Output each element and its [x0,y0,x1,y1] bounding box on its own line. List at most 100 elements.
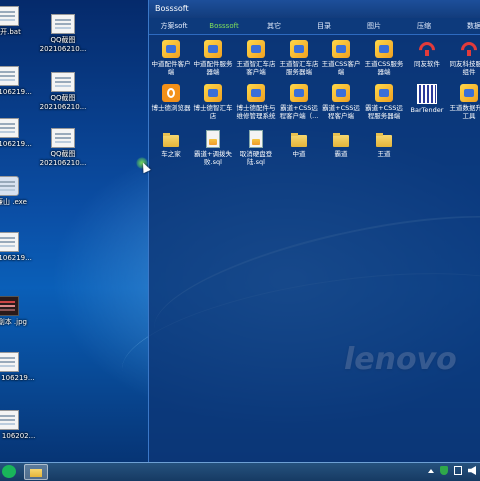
tab-0[interactable]: 方案soft [149,18,199,34]
tab-3[interactable]: 目录 [299,18,349,34]
folder-icon [162,130,180,148]
window-title: Bosssoft [149,0,480,18]
desktop-file-img2[interactable]: 截图 106219... [0,118,36,149]
file-icon [51,14,75,34]
app-tongyou[interactable]: 同友软件 [405,40,449,68]
speaker-icon[interactable] [468,466,476,475]
app-label: 中道 [292,150,306,158]
desktop-file-img4[interactable]: Q截图 106219... [0,352,36,383]
desktop-file-jpg[interactable]: 2)_副本 .jpg [0,296,36,327]
exe-icon [204,84,222,102]
desktop-icon-label: QQ截图 202106210... [39,150,87,167]
folder-badao[interactable]: 霸道 [319,130,363,158]
exe-icon [332,40,350,58]
tab-4[interactable]: 图片 [349,18,399,34]
desktop-file-bat[interactable]: 多开.bat [0,6,36,37]
app-wangdao-client[interactable]: 王道智汇车店客户端 [234,40,278,76]
app-badao-remote-client2[interactable]: 霸道+CSS远程客户端 [319,84,363,120]
desktop-icon-label: 2)_副本 .jpg [0,318,27,326]
desktop-file-qq1[interactable]: QQ截图 202106210... [34,14,92,54]
desktop-icon-label: 截图 106219... [0,140,32,148]
app-label: 霸道+CSS远程客户端（... [279,104,319,120]
tab-2[interactable]: 其它 [249,18,299,34]
exe-icon [247,84,265,102]
network-monitor-icon[interactable] [454,466,462,475]
desktop-file-img3[interactable]: 截图 106219... [0,232,36,263]
desktop-icon-label: QQ截图 202106210... [39,94,87,111]
desktop-file-img5[interactable]: 公图片 106202... [0,410,36,441]
security-shield-icon[interactable] [440,466,448,475]
app-label: 王道智汇车店服务器端 [279,60,319,76]
file-cancel-sql[interactable]: 取消硬盘登陆.sql [234,130,278,166]
desktop-icon-label: up廉山 .exe [0,198,27,206]
app-label: 王道智汇车店客户端 [236,60,276,76]
app-label: 王道CSS服务器端 [364,60,404,76]
explorer-taskbar-icon[interactable] [24,464,48,480]
desktop-icon-label: 公图片 106202... [0,432,36,440]
desktop-icon-label: QQ截图 202106210... [39,36,87,53]
file-icon [0,232,19,252]
folder-icon [332,130,350,148]
file-icon [0,410,19,430]
app-label: 同友科技服务组件 [449,60,480,76]
file-icon [51,128,75,148]
app-boshide-store[interactable]: 博士德智汇车店 [191,84,235,120]
folder-icon [290,130,308,148]
app-label: 同友软件 [414,60,440,68]
tab-1[interactable]: Bosssoft [199,18,249,34]
app-label: BarTender [410,106,444,114]
app-wangdao-server[interactable]: 王道智汇车店服务器端 [277,40,321,76]
sqlfile-icon [249,130,263,148]
desktop-file-img1[interactable]: 截图 106219... [0,66,36,97]
app-data-tool[interactable]: 王道数据升级工具 [447,84,480,120]
tab-5[interactable]: 压缩 [399,18,449,34]
file-icon [0,352,19,372]
app-tongyou-tech[interactable]: 同友科技服务组件 [447,40,480,76]
app-label: 车之家 [161,150,181,158]
exe-icon [290,84,308,102]
app-label: 霸道 [334,150,348,158]
desktop-icon-label: 截图 106219... [0,254,32,262]
bosssoft-window: Bosssoft 方案soft Bosssoft 其它 目录 图片 压缩 数据 中道配件客户… [148,0,480,462]
desktop-file-qq3[interactable]: QQ截图 202106210... [34,128,92,168]
folder-chezhijia[interactable]: 车之家 [149,130,193,158]
exe-icon [375,40,393,58]
desktop-icon-label: Q截图 106219... [0,374,35,382]
tab-6[interactable]: 数据 [449,18,480,34]
app-badao-remote-client[interactable]: 霸道+CSS远程客户端（... [277,84,321,120]
exe-icon [375,84,393,102]
exe-icon [247,40,265,58]
app-label: 博士德智汇车店 [193,104,233,120]
app-label: 取消硬盘登陆.sql [239,150,273,166]
tray-expand-icon[interactable] [428,468,434,473]
app-label: 博士德浏览器 [151,104,191,112]
app-bartender[interactable]: BarTender [405,84,449,114]
file-icon [0,118,19,138]
app-zhongdao-server[interactable]: 中道配件服务器端 [191,40,235,76]
desktop-file-qq2[interactable]: QQ截图 202106210... [34,72,92,112]
file-badao-sql[interactable]: 霸道+调拨失败.sql [191,130,235,166]
exe-icon [332,84,350,102]
app-wangdao-css-client[interactable]: 王道CSS客户端 [319,40,363,76]
desktop-file-exe[interactable]: up廉山 .exe [0,176,36,207]
app-boshide-browser[interactable]: 博士德浏览器 [149,84,193,112]
app-zhongdao-client[interactable]: 中道配件客户端 [149,40,193,76]
app-boshide-parts[interactable]: 博士德配件与维修管理系统 [234,84,278,120]
app-label: 博士德配件与维修管理系统 [236,104,276,120]
app-badao-remote-server[interactable]: 霸道+CSS远程服务器端 [362,84,406,120]
folder-wangdao[interactable]: 王道 [362,130,406,158]
tab-bar: 方案soft Bosssoft 其它 目录 图片 压缩 数据 [149,18,480,35]
wechat-taskbar-icon[interactable] [2,465,16,478]
file-icon [51,72,75,92]
file-icon [0,176,19,196]
file-icon [0,66,19,86]
folder-zhongdao[interactable]: 中道 [277,130,321,158]
redwifi-icon [418,40,436,58]
file-icon [0,6,19,26]
app-label: 中道配件客户端 [151,60,191,76]
exe-icon [290,40,308,58]
app-label: 王道数据升级工具 [449,104,480,120]
orange-icon [162,84,180,102]
desktop-icon-label: 截图 106219... [0,88,32,96]
app-wangdao-css-server[interactable]: 王道CSS服务器端 [362,40,406,76]
